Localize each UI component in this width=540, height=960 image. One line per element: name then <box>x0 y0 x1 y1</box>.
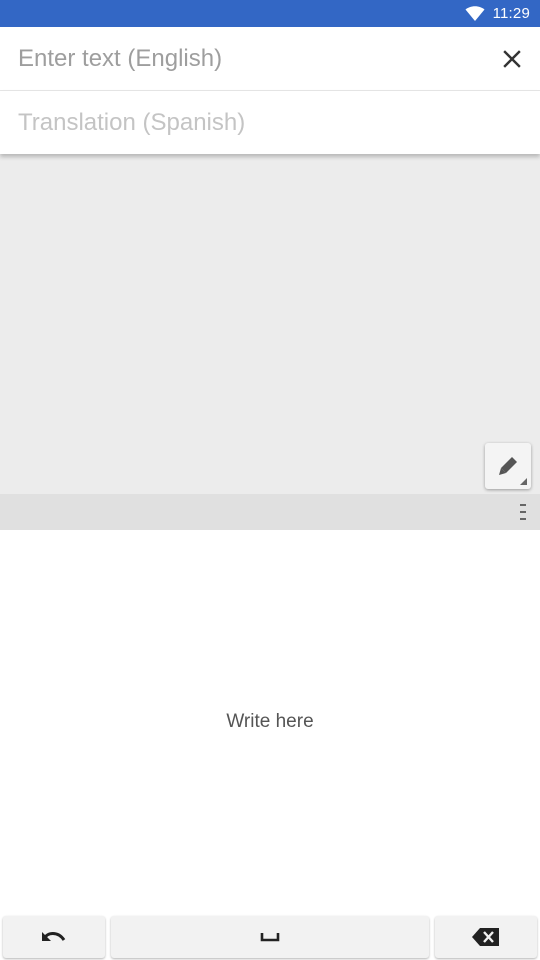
expand-corner-icon <box>520 478 527 485</box>
handwriting-canvas[interactable]: Write here <box>0 530 540 914</box>
wifi-icon <box>465 5 485 22</box>
handwriting-preview-area <box>0 154 540 494</box>
source-input-row <box>0 27 540 91</box>
pen-icon <box>499 457 517 475</box>
menu-handle-icon[interactable] <box>520 504 526 520</box>
translation-placeholder: Translation (Spanish) <box>18 108 246 136</box>
pen-mode-button[interactable] <box>485 443 531 489</box>
source-text-input[interactable] <box>18 44 488 73</box>
space-key[interactable] <box>111 916 429 958</box>
keyboard-row <box>0 914 540 960</box>
status-bar: 11:29 <box>0 0 540 27</box>
backspace-icon <box>472 928 499 946</box>
clear-button[interactable] <box>498 45 526 73</box>
status-time: 11:29 <box>492 5 530 22</box>
close-icon <box>503 50 521 68</box>
write-here-hint: Write here <box>226 711 314 732</box>
undo-icon <box>42 932 66 941</box>
translation-output[interactable]: Translation (Spanish) <box>0 91 540 154</box>
space-icon <box>260 933 280 942</box>
backspace-key[interactable] <box>435 916 537 958</box>
undo-key[interactable] <box>3 916 105 958</box>
keyboard-toolbar <box>0 494 540 530</box>
